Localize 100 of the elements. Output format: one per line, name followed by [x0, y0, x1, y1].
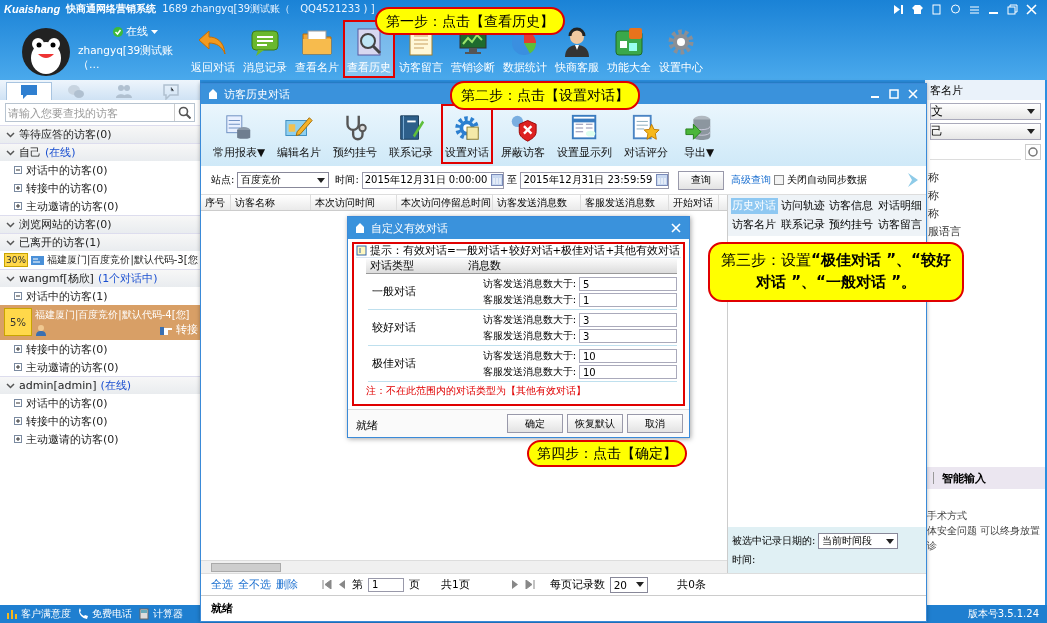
refresh-icon[interactable]: [1025, 143, 1041, 160]
expand-toggle-icon[interactable]: [14, 363, 22, 371]
expand-toggle-icon[interactable]: [14, 345, 22, 353]
expand-toggle-icon[interactable]: [14, 435, 22, 443]
visitor-row[interactable]: 30% 福建厦门|百度竞价|默认代码-3[您: [0, 251, 200, 269]
detail-tab[interactable]: 访客名片: [731, 217, 778, 233]
list-item[interactable]: 服语言: [925, 222, 1045, 240]
subgroup-label[interactable]: 转接中的访客(0): [26, 180, 108, 196]
number-field[interactable]: 3: [579, 329, 677, 343]
calendar-icon[interactable]: [656, 174, 669, 186]
column-header[interactable]: 访客名称: [231, 195, 311, 210]
detail-tab[interactable]: 对话明细: [876, 198, 923, 214]
expand-toggle-icon[interactable]: [14, 292, 22, 300]
group-header[interactable]: 等待应答的访客(0): [0, 125, 200, 143]
calendar-icon[interactable]: [491, 174, 504, 186]
subgroup-label[interactable]: 转接中的访客(0): [26, 341, 108, 357]
action-link[interactable]: 全不选: [238, 577, 271, 592]
number-field[interactable]: 10: [579, 349, 677, 363]
search-icon[interactable]: [178, 106, 191, 119]
page-field[interactable]: 1: [368, 577, 404, 592]
number-field[interactable]: 5: [579, 277, 677, 291]
advanced-query-link[interactable]: 高级查询: [731, 173, 772, 187]
number-field[interactable]: 10: [579, 365, 677, 379]
dialog-button[interactable]: 取消: [627, 414, 683, 433]
skip-icon[interactable]: [893, 3, 904, 15]
subgroup-label[interactable]: 转接中的访客(0): [26, 413, 108, 429]
first-page-icon[interactable]: [322, 580, 332, 589]
subgroup-label[interactable]: 对话中的访客(1): [26, 288, 108, 304]
dialog-button[interactable]: 确定: [507, 414, 563, 433]
subgroup-label[interactable]: 主动邀请的访客(0): [26, 198, 119, 214]
detail-tab[interactable]: 访问轨迹: [779, 198, 826, 214]
subgroup-label[interactable]: 对话中的访客(0): [26, 162, 108, 178]
restore-icon[interactable]: [1007, 3, 1018, 15]
detail-tab[interactable]: 访客信息: [828, 198, 875, 214]
close-icon[interactable]: [671, 223, 681, 233]
per-page-select[interactable]: 20: [609, 576, 648, 593]
toolbar-button[interactable]: 联系记录: [385, 104, 438, 164]
column-header[interactable]: 开始对话: [669, 195, 719, 210]
expand-toggle-icon[interactable]: [14, 417, 22, 425]
expand-toggle-icon[interactable]: [14, 166, 22, 174]
group-label: 自己: [19, 145, 41, 160]
close-icon[interactable]: [1026, 3, 1037, 15]
site-select[interactable]: 百度竞价: [237, 172, 330, 188]
next-page-icon[interactable]: [509, 580, 520, 589]
action-link[interactable]: 删除: [276, 577, 298, 592]
group-header[interactable]: 已离开的访客(1): [0, 233, 200, 251]
shirt-icon[interactable]: [912, 3, 923, 15]
list-item[interactable]: 称: [925, 204, 1045, 222]
maximize-icon[interactable]: [889, 89, 899, 99]
previous-page-icon[interactable]: [337, 580, 347, 589]
dropdown[interactable]: 己: [930, 123, 1041, 140]
expand-toggle-icon[interactable]: [14, 184, 22, 192]
status-item[interactable]: 免费电话: [77, 607, 132, 621]
period-select[interactable]: 当前时间段: [818, 533, 899, 549]
group-header[interactable]: 自己 (在线): [0, 143, 200, 161]
detail-tab[interactable]: 联系记录: [779, 217, 826, 233]
toolbar-button[interactable]: 导出▼: [676, 104, 723, 164]
status-item[interactable]: 计算器: [138, 607, 183, 621]
toolbar-button[interactable]: 常用报表▼: [209, 104, 270, 164]
date-field[interactable]: 2015年12月31日 23:59:59: [520, 171, 670, 189]
detail-tab[interactable]: 访客留言: [876, 217, 923, 233]
subgroup-label[interactable]: 对话中的访客(0): [26, 395, 108, 411]
scrollbar[interactable]: [201, 560, 727, 573]
expand-toggle-icon[interactable]: [14, 399, 22, 407]
group-header[interactable]: wangmf[杨欣] (1个对话中): [0, 269, 200, 287]
column-header[interactable]: 序号: [201, 195, 231, 210]
list-item[interactable]: 称: [925, 168, 1045, 186]
number-field[interactable]: 3: [579, 313, 677, 327]
column-header[interactable]: 访客发送消息数: [493, 195, 581, 210]
group-header[interactable]: admin[admin] (在线): [0, 376, 200, 394]
dialog-button[interactable]: 恢复默认: [567, 414, 623, 433]
number-field[interactable]: 1: [579, 293, 677, 307]
chevron-right-icon[interactable]: [906, 172, 920, 188]
search-field[interactable]: 请输入您要查找的访客: [5, 103, 195, 122]
toolbar-button[interactable]: 预约挂号: [329, 104, 382, 164]
action-link[interactable]: 全选: [211, 577, 233, 592]
detail-tab[interactable]: 预约挂号: [828, 217, 875, 233]
dropdown[interactable]: 文: [930, 103, 1041, 120]
menu-icon[interactable]: [969, 3, 980, 15]
visitor-label: 福建厦门|百度竞价|默认代码-4[您]: [35, 308, 191, 322]
last-page-icon[interactable]: [524, 580, 535, 589]
caret-icon[interactable]: [151, 29, 158, 34]
record-count: 共0条: [677, 577, 706, 592]
column-header[interactable]: 本次访问时间: [311, 195, 397, 210]
expand-toggle-icon[interactable]: [14, 202, 22, 210]
query-button[interactable]: 查询: [678, 170, 725, 190]
status-item[interactable]: 客户满意度: [6, 607, 71, 621]
date-field[interactable]: 2015年12月31日 0:00:00: [361, 171, 505, 189]
toolbar-button[interactable]: 编辑名片: [273, 104, 326, 164]
subgroup-label[interactable]: 主动邀请的访客(0): [26, 359, 119, 375]
column-header[interactable]: 客服发送消息数: [581, 195, 669, 210]
subgroup-label[interactable]: 主动邀请的访客(0): [26, 431, 119, 447]
group-header[interactable]: 浏览网站的访客(0): [0, 215, 200, 233]
sidebar-tab[interactable]: [6, 82, 52, 100]
checkbox[interactable]: [774, 175, 785, 185]
window-status-bar: 就绪: [201, 595, 926, 621]
list-item[interactable]: 称: [925, 186, 1045, 204]
close-icon[interactable]: [908, 89, 918, 99]
document-icon[interactable]: [931, 3, 942, 15]
column-header[interactable]: 本次访问停留总时间: [397, 195, 493, 210]
